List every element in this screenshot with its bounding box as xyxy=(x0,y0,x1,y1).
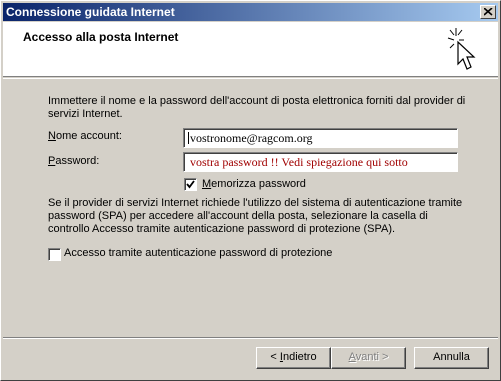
text-caret xyxy=(188,132,189,144)
intro-text: Immettere il nome e la password dell'acc… xyxy=(48,95,466,120)
password-field[interactable]: vostra password !! Vedi spiegazione qui … xyxy=(183,152,458,172)
cancel-button[interactable]: Annulla xyxy=(414,347,489,369)
spa-checkbox[interactable] xyxy=(48,248,61,261)
close-button[interactable] xyxy=(480,5,496,19)
header-separator xyxy=(3,78,498,79)
title-bar: Connessione guidata Internet xyxy=(3,3,498,21)
page-title: Accesso alla posta Internet xyxy=(23,30,179,44)
wizard-cursor-sparkle-icon xyxy=(447,28,476,70)
wizard-header: Accesso alla posta Internet xyxy=(3,22,498,77)
checkmark-icon xyxy=(186,180,195,189)
window-title: Connessione guidata Internet xyxy=(6,5,175,19)
password-label: Password: xyxy=(48,155,100,167)
close-icon xyxy=(484,8,493,16)
remember-password-checkbox[interactable] xyxy=(184,178,197,191)
next-button[interactable]: Avanti > xyxy=(331,347,406,369)
spa-explanation-text: Se il provider di servizi Internet richi… xyxy=(48,197,463,235)
account-name-field[interactable]: vostronome@ragcom.org xyxy=(183,128,458,148)
remember-password-label[interactable]: Memorizza password xyxy=(202,178,306,190)
account-label: Nome account: xyxy=(48,130,122,142)
spa-label[interactable]: Accesso tramite autenticazione password … xyxy=(64,247,332,259)
wizard-window: Connessione guidata Internet Accesso all… xyxy=(0,0,501,381)
footer-separator-highlight xyxy=(3,338,498,339)
back-button[interactable]: < Indietro xyxy=(256,347,331,369)
